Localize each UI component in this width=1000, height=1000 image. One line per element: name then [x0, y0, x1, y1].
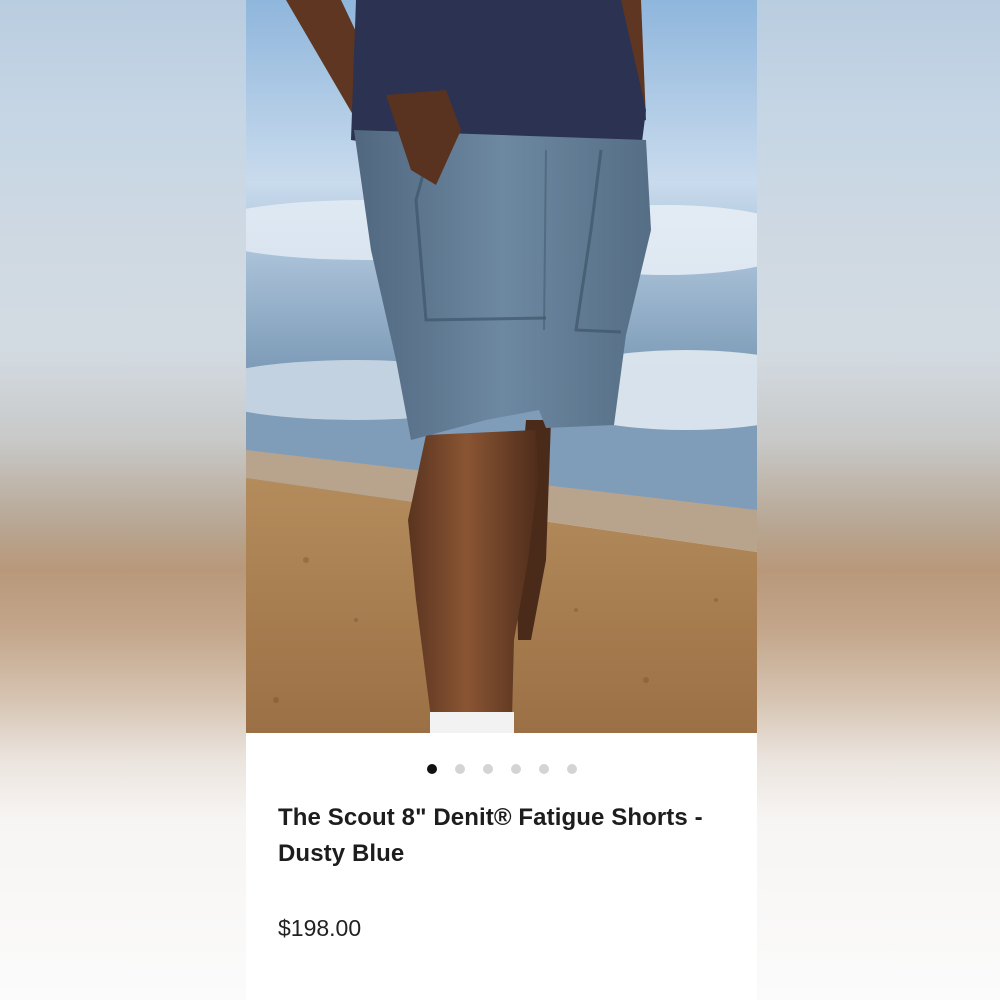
product-card: The Scout 8" Denit® Fatigue Shorts - Dus…	[246, 0, 757, 1000]
carousel-dots	[246, 764, 757, 774]
blurred-background-right	[757, 0, 1000, 1000]
product-image[interactable]	[246, 0, 757, 733]
carousel-dot-1[interactable]	[426, 764, 437, 774]
product-price: $198.00	[278, 915, 362, 941]
carousel-dot-2[interactable]	[454, 764, 465, 774]
screenshot-stage: The Scout 8" Denit® Fatigue Shorts - Dus…	[0, 0, 1000, 1000]
sock	[430, 712, 514, 733]
blurred-background-left	[0, 0, 246, 1000]
carousel-dot-4[interactable]	[510, 764, 521, 774]
product-photo-illustration	[246, 0, 757, 733]
product-title: The Scout 8" Denit® Fatigue Shorts - Dus…	[278, 804, 703, 867]
carousel-dot-6[interactable]	[566, 764, 577, 774]
carousel-dot-3[interactable]	[482, 764, 493, 774]
carousel-dot-5[interactable]	[538, 764, 549, 774]
